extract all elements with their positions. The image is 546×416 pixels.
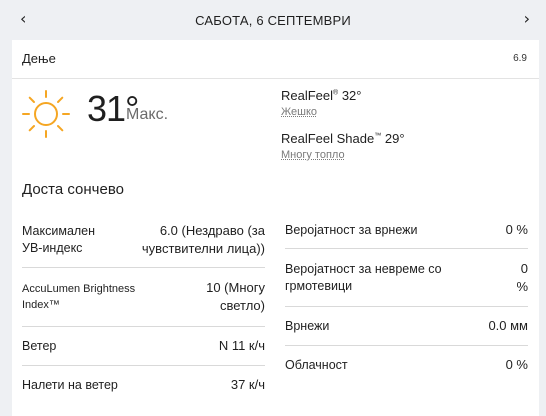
max-label: Макс.	[126, 106, 169, 123]
detail-row-thunderstorm-probability: Веројатност за невреме со грмотевици 0 %	[285, 249, 528, 307]
sun-icon	[22, 90, 70, 138]
realfeel-value: 32°	[341, 88, 362, 103]
date-navigation: ‹ САБОТА, 6 СЕПТЕМВРИ ›	[0, 0, 546, 40]
detail-row-cloud-cover: Облачност 0 %	[285, 346, 528, 384]
detail-value: 37 к/ч	[230, 377, 265, 392]
date-stamp: 6.9	[513, 53, 527, 64]
weather-summary: Доста сончево	[22, 181, 124, 198]
detail-row-precipitation: Врнежи 0.0 мм	[285, 307, 528, 346]
detail-row-gusts: Налети на ветер 37 к/ч	[22, 366, 265, 404]
detail-label: Максимален УВ-индекс	[22, 223, 96, 255]
detail-value: 10 (Многу светло)	[206, 280, 265, 313]
details-right-column: Веројатност за врнежи 0 % Веројатност за…	[285, 212, 528, 384]
card-header: Дење 6.9	[12, 40, 539, 79]
details-left-column: Максимален УВ-индекс 6.0 (Нездраво (за ч…	[22, 212, 265, 404]
detail-value: 0.0 мм	[488, 318, 528, 333]
chevron-right-icon[interactable]: ›	[524, 9, 530, 28]
realfeel-shade-line: RealFeel Shade™ 29°	[281, 131, 405, 146]
realfeel-shade-description[interactable]: Многу топло	[281, 149, 345, 161]
detail-label: Веројатност за невреме со грмотевици	[285, 261, 442, 293]
detail-label: Врнежи	[285, 318, 330, 333]
detail-value: 0 %	[505, 222, 528, 237]
detail-label: Веројатност за врнежи	[285, 222, 418, 237]
daytime-forecast-card: Дење 6.9 31° Макс. RealFeel® 32° Жешко R…	[12, 40, 539, 416]
detail-label: Облачност	[285, 357, 348, 372]
detail-label: Ветер	[22, 338, 57, 353]
detail-value: 0 %	[516, 260, 528, 294]
period-title: Дење	[22, 51, 56, 66]
realfeel-label: RealFeel	[281, 88, 334, 103]
realfeel-line: RealFeel® 32°	[281, 88, 362, 103]
detail-row-precip-probability: Веројатност за врнежи 0 %	[285, 212, 528, 249]
detail-value: N 11 к/ч	[218, 338, 265, 353]
date-title: САБОТА, 6 СЕПТЕМВРИ	[195, 12, 351, 28]
detail-value: 6.0 (Нездраво (за чувствителни лица))	[141, 222, 265, 256]
detail-row-wind: Ветер N 11 к/ч	[22, 327, 265, 366]
detail-label: AccuLumen Brightness Index™	[22, 283, 136, 311]
detail-label: Налети на ветер	[22, 377, 118, 392]
detail-row-uv: Максимален УВ-индекс 6.0 (Нездраво (за ч…	[22, 212, 265, 268]
chevron-left-icon[interactable]: ‹	[20, 9, 26, 28]
realfeel-shade-value: 29°	[384, 131, 405, 146]
detail-value: 0 %	[505, 357, 528, 372]
realfeel-description[interactable]: Жешко	[281, 106, 317, 118]
realfeel-shade-label: RealFeel Shade	[281, 131, 375, 146]
detail-row-brightness: AccuLumen Brightness Index™ 10 (Многу св…	[22, 268, 265, 327]
